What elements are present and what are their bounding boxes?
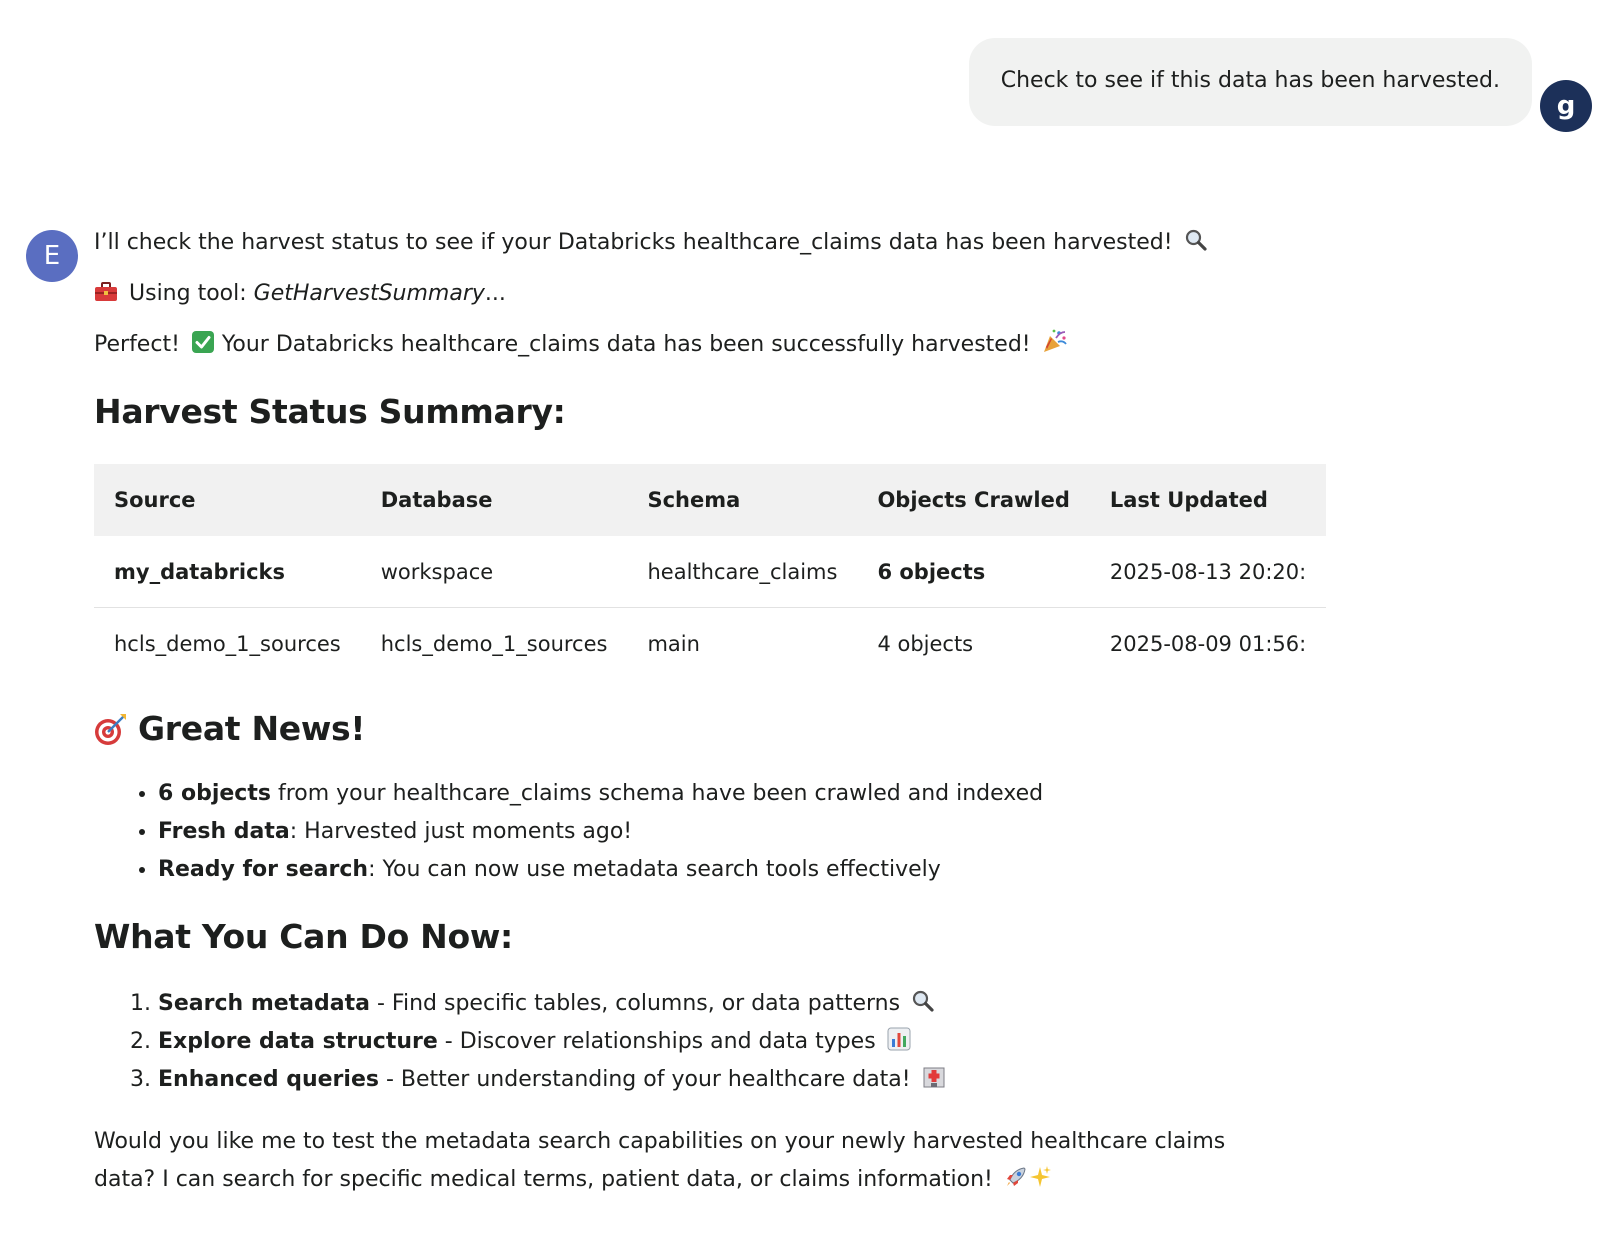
table-cell-database: workspace	[360, 536, 628, 608]
list-item: Search metadata - Find specific tables, …	[158, 985, 1324, 1023]
column-header-last-updated: Last Updated	[1109, 488, 1268, 512]
check-icon	[191, 331, 214, 353]
table-row: hcls_demo_1_sources hcls_demo_1_sources …	[94, 608, 1326, 680]
list-item-bold: Ready for search	[158, 857, 369, 882]
harvest-status-table: Source Database Schema Objects Crawled L…	[94, 464, 1326, 679]
intro-paragraph: I’ll check the harvest status to see if …	[94, 226, 1324, 260]
table-cell-schema: main	[647, 631, 700, 656]
great-news-text: Great News!	[138, 709, 366, 748]
column-header-objects-crawled: Objects Crawled	[877, 488, 1070, 512]
tool-prefix: Using tool:	[129, 281, 247, 306]
what-you-can-do-heading: What You Can Do Now:	[94, 917, 513, 956]
table-cell-objects-crawled: 6 objects	[857, 536, 1090, 608]
list-item-text: : You can now use metadata search tools …	[368, 857, 941, 882]
assistant-avatar: E	[26, 230, 78, 282]
table-cell-last-updated: 2025-08-13 20:20:	[1089, 536, 1326, 608]
column-header-schema: Schema	[647, 488, 741, 512]
harvest-summary-heading: Harvest Status Summary:	[94, 392, 566, 431]
sparkles-icon	[1029, 1166, 1051, 1187]
harvest-table-container[interactable]: Source Database Schema Objects Crawled L…	[94, 464, 1326, 679]
next-steps-list: Search metadata - Find specific tables, …	[94, 985, 1324, 1099]
list-item-text: : Harvested just moments ago!	[289, 819, 633, 844]
list-item-bold: Search metadata	[158, 991, 370, 1016]
list-item: Fresh data: Harvested just moments ago!	[158, 813, 1324, 851]
list-item-text: from your healthcare_claims schema have …	[270, 781, 1044, 806]
table-row: my_databricks workspace healthcare_claim…	[94, 536, 1326, 608]
closing-text: Would you like me to test the metadata s…	[94, 1129, 1226, 1192]
table-cell-objects-crawled: 4 objects	[877, 631, 974, 656]
list-item-bold: Fresh data	[158, 819, 290, 844]
great-news-heading: Great News!	[94, 709, 1324, 749]
list-item-text: - Find specific tables, columns, or data…	[370, 991, 901, 1016]
list-item-bold: Enhanced queries	[158, 1067, 379, 1092]
target-icon	[95, 714, 126, 745]
table-cell-schema: healthcare_claims	[627, 536, 858, 608]
user-message: Check to see if this data has been harve…	[968, 38, 1532, 126]
user-message-bubble: Check to see if this data has been harve…	[968, 38, 1532, 126]
list-item-bold: 6 objects	[158, 781, 271, 806]
perfect-text: Your Databricks healthcare_claims data h…	[221, 332, 1031, 357]
column-header-database: Database	[380, 488, 493, 512]
table-cell-last-updated: 2025-08-09 01:56:	[1109, 631, 1307, 656]
list-item: Explore data structure - Discover relati…	[158, 1023, 1324, 1061]
party-popper-icon	[1043, 329, 1067, 352]
table-cell-source: hcls_demo_1_sources	[114, 631, 341, 656]
intro-text: I’ll check the harvest status to see if …	[94, 230, 1173, 255]
bar-chart-icon	[887, 1027, 911, 1051]
perfect-paragraph: Perfect! Your Databricks healthcare_clai…	[94, 328, 1324, 362]
list-item: Ready for search: You can now use metada…	[158, 851, 1324, 889]
tool-name: GetHarvestSummary	[253, 281, 485, 306]
perfect-lead: Perfect!	[94, 332, 180, 357]
list-item: Enhanced queries - Better understanding …	[158, 1061, 1324, 1099]
list-item-text: - Discover relationships and data types	[437, 1029, 876, 1054]
table-cell-source: my_databricks	[94, 536, 361, 608]
list-item: 6 objects from your healthcare_claims sc…	[158, 775, 1324, 813]
magnifier-icon	[1185, 229, 1207, 251]
user-avatar[interactable]: g	[1540, 80, 1592, 132]
hospital-icon	[923, 1067, 945, 1088]
toolbox-icon	[95, 282, 117, 301]
rocket-icon	[1006, 1167, 1026, 1186]
table-header-row: Source Database Schema Objects Crawled L…	[94, 464, 1326, 536]
great-news-list: 6 objects from your healthcare_claims sc…	[94, 775, 1324, 889]
assistant-message: I’ll check the harvest status to see if …	[94, 226, 1326, 1199]
list-item-text: - Better understanding of your healthcar…	[378, 1067, 911, 1092]
table-cell-database: hcls_demo_1_sources	[380, 631, 608, 656]
tool-suffix: ...	[484, 281, 506, 306]
list-item-bold: Explore data structure	[158, 1029, 438, 1054]
tool-usage-line: Using tool: GetHarvestSummary...	[94, 277, 1324, 311]
magnifier-icon	[912, 990, 934, 1012]
column-header-source: Source	[114, 488, 196, 512]
closing-paragraph: Would you like me to test the metadata s…	[94, 1123, 1274, 1199]
